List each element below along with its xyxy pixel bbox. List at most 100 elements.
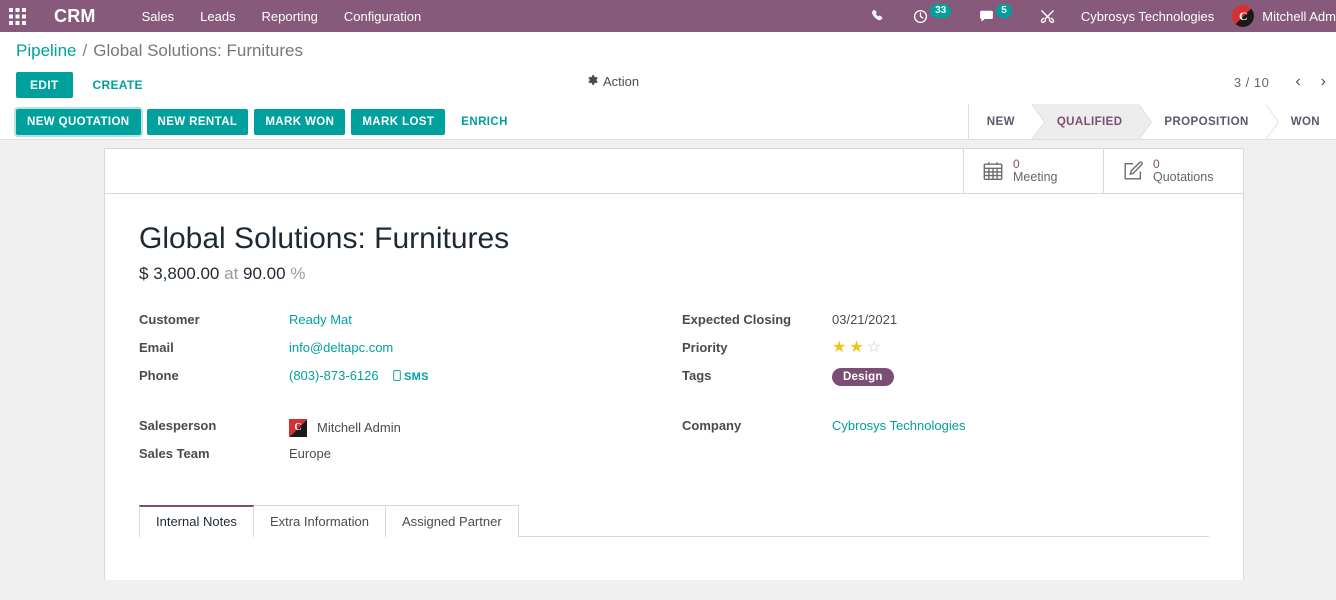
company-value[interactable]: Cybrosys Technologies <box>832 418 965 433</box>
tab-internal-notes[interactable]: Internal Notes <box>139 505 254 537</box>
phone-label: Phone <box>139 368 179 383</box>
enrich-button[interactable]: ENRICH <box>451 110 518 134</box>
status-badge[interactable]: Design <box>832 368 894 386</box>
tools-icon[interactable] <box>1026 0 1069 32</box>
smart-button-bar: 0 Meeting 0 Quotations <box>105 149 1243 194</box>
sheet-body: Global Solutions: Furnitures $ 3,800.00 … <box>105 194 1243 580</box>
avatar-initial: C <box>1232 5 1255 27</box>
meeting-label: Meeting <box>1013 169 1058 184</box>
user-name: Mitchell Adm <box>1262 8 1336 24</box>
phone-icon[interactable] <box>857 0 899 32</box>
salesperson-label: Salesperson <box>139 418 217 433</box>
mark-won-button[interactable]: MARK WON <box>254 108 346 135</box>
percent-symbol: % <box>290 264 306 283</box>
control-panel: Pipeline / Global Solutions: Furnitures … <box>0 32 1336 140</box>
salesperson-value-group[interactable]: C Mitchell Admin <box>289 418 401 437</box>
meeting-count: 0 <box>1013 157 1020 172</box>
avatar: C <box>1232 5 1255 27</box>
sms-label: SMS <box>403 371 429 383</box>
messages-icon[interactable]: 5 <box>965 0 1026 32</box>
quotations-count: 0 <box>1153 157 1160 172</box>
app-brand[interactable]: CRM <box>54 6 96 27</box>
menu-item-configuration[interactable]: Configuration <box>344 9 421 24</box>
phone-value[interactable]: (803)-873-6126 <box>289 368 379 383</box>
activity-count-badge: 33 <box>930 4 952 18</box>
field-salesperson: Salesperson C Mitchell Admin <box>139 418 674 437</box>
action-menu-label: Action <box>603 74 640 89</box>
page-title: Global Solutions: Furnitures <box>139 222 510 255</box>
stage-statusbar: NEW QUALIFIED PROPOSITION WON <box>967 104 1336 140</box>
company-switcher[interactable]: Cybrosys Technologies <box>1069 9 1226 24</box>
breadcrumb-current: Global Solutions: Furnitures <box>93 41 304 60</box>
field-tags: Tags Design <box>682 368 1209 387</box>
priority-stars[interactable]: ★ ★ ☆ <box>832 340 881 356</box>
stage-new[interactable]: NEW <box>968 104 1045 140</box>
top-navbar: CRM Sales Leads Reporting Configuration … <box>0 0 1336 32</box>
create-button[interactable]: CREATE <box>83 72 153 98</box>
breadcrumb: Pipeline / Global Solutions: Furnitures <box>0 32 1336 66</box>
tags-label: Tags <box>682 368 712 383</box>
mobile-icon <box>392 370 404 383</box>
mark-lost-button[interactable]: MARK LOST <box>351 108 446 135</box>
status-row: NEW QUOTATION NEW RENTAL MARK WON MARK L… <box>0 104 1336 140</box>
toolbar: EDIT CREATE Action 3 / 10 ‹ › <box>0 66 1336 104</box>
pager-next-button[interactable]: › <box>1311 73 1336 91</box>
pager-value: 3 / 10 <box>1233 74 1270 90</box>
customer-label: Customer <box>139 312 200 327</box>
priority-label: Priority <box>682 340 728 355</box>
content-area: 0 Meeting 0 Quotations Global Solutions:… <box>0 140 1336 580</box>
star-2-icon[interactable]: ★ <box>849 340 863 356</box>
expected-closing-label: Expected Closing <box>682 312 792 327</box>
apps-grid-icon[interactable] <box>0 0 34 32</box>
currency-symbol: $ <box>139 264 149 283</box>
field-phone: Phone (803)-873-6126 SMS <box>139 368 674 387</box>
star-3-icon[interactable]: ☆ <box>867 340 881 356</box>
navbar-right-group: 33 5 Cybrosys Technologies C Mitchell Ad… <box>857 0 1336 32</box>
expected-closing-value[interactable]: 03/21/2021 <box>832 312 897 327</box>
breadcrumb-root[interactable]: Pipeline <box>16 41 77 61</box>
breadcrumb-separator: / <box>82 41 88 60</box>
quotations-label: Quotations <box>1153 169 1214 184</box>
field-customer: Customer Ready Mat <box>139 312 674 331</box>
stage-proposition[interactable]: PROPOSITION <box>1138 104 1280 140</box>
field-expected-closing: Expected Closing 03/21/2021 <box>682 312 1209 331</box>
form-column-left: Customer Ready Mat Email info@deltapc.co… <box>139 312 674 474</box>
field-company: Company Cybrosys Technologies <box>682 418 1209 437</box>
user-menu[interactable]: C Mitchell Adm <box>1226 5 1336 27</box>
revenue-amount: 3,800.00 <box>153 264 220 283</box>
field-priority: Priority ★ ★ ☆ <box>682 340 1209 359</box>
email-value[interactable]: info@deltapc.com <box>289 340 393 355</box>
star-1-icon[interactable]: ★ <box>832 340 846 356</box>
stage-qualified[interactable]: QUALIFIED <box>1030 104 1152 140</box>
record-action-buttons: NEW QUOTATION NEW RENTAL MARK WON MARK L… <box>0 104 518 139</box>
main-menu: Sales Leads Reporting Configuration <box>142 9 422 24</box>
customer-value[interactable]: Ready Mat <box>289 312 352 327</box>
tags-value: Design <box>832 368 894 386</box>
probability-value: 90.00 <box>243 264 286 283</box>
form-columns: Customer Ready Mat Email info@deltapc.co… <box>139 312 1209 474</box>
new-quotation-button[interactable]: NEW QUOTATION <box>16 108 141 135</box>
sales-team-label: Sales Team <box>139 446 210 461</box>
salesperson-avatar: C <box>289 418 307 437</box>
activity-clock-icon[interactable]: 33 <box>899 0 965 32</box>
menu-item-leads[interactable]: Leads <box>200 9 235 24</box>
tab-pane-internal-notes[interactable] <box>139 537 1209 580</box>
action-menu[interactable]: Action <box>586 74 639 89</box>
salesperson-value: Mitchell Admin <box>317 420 401 435</box>
smart-button-meeting[interactable]: 0 Meeting <box>963 149 1103 193</box>
sms-button[interactable]: SMS <box>392 370 429 383</box>
pencil-square-icon <box>1122 160 1144 182</box>
edit-button[interactable]: EDIT <box>16 72 73 98</box>
menu-item-sales[interactable]: Sales <box>142 9 175 24</box>
company-label: Company <box>682 418 742 433</box>
field-spacer-right <box>682 396 1209 418</box>
pager-previous-button[interactable]: ‹ <box>1285 73 1310 91</box>
menu-item-reporting[interactable]: Reporting <box>262 9 318 24</box>
email-label: Email <box>139 340 174 355</box>
smart-button-quotations[interactable]: 0 Quotations <box>1103 149 1243 193</box>
sales-team-value[interactable]: Europe <box>289 446 331 461</box>
tab-extra-information[interactable]: Extra Information <box>252 505 386 537</box>
tab-assigned-partner[interactable]: Assigned Partner <box>384 505 519 537</box>
form-column-right: Expected Closing 03/21/2021 Priority ★ ★… <box>674 312 1209 474</box>
new-rental-button[interactable]: NEW RENTAL <box>146 108 249 135</box>
